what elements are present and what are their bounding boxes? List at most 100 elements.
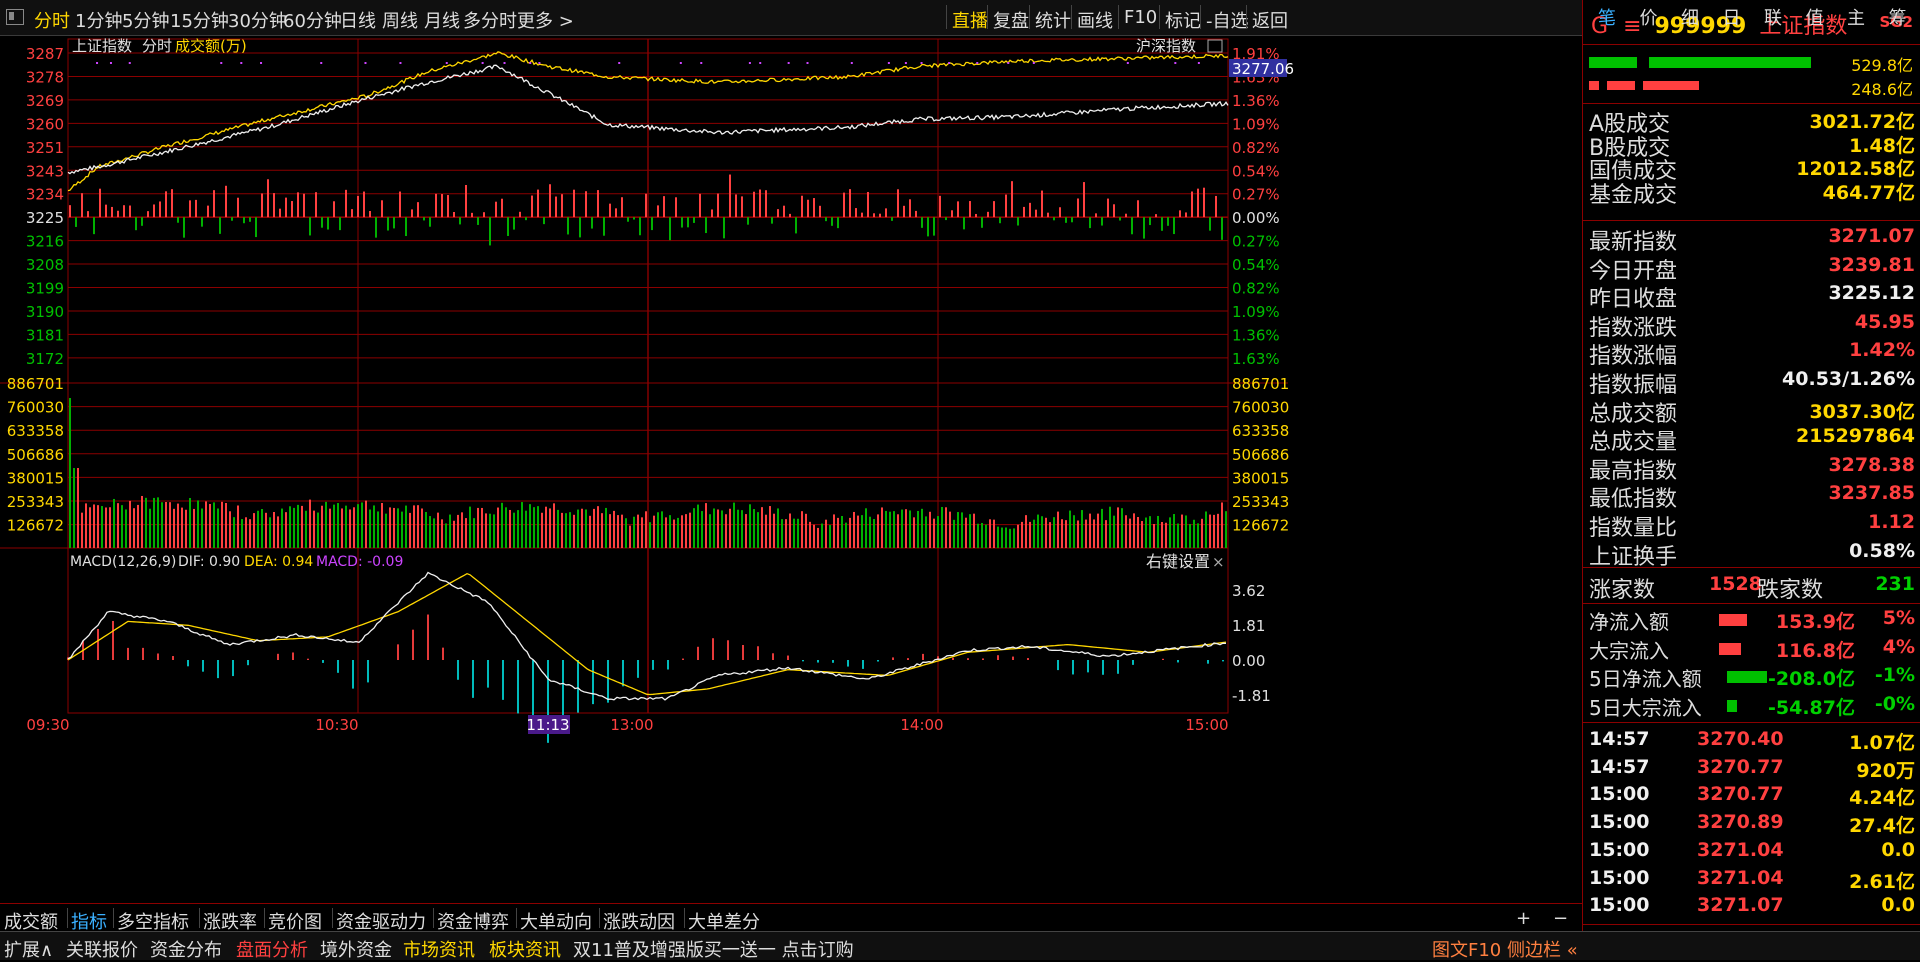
flow-bar xyxy=(1719,614,1747,626)
pct-tick-label: 0.27% xyxy=(1232,186,1280,204)
sidebar-toggle[interactable]: 图文F10 侧边栏 « xyxy=(1432,936,1578,962)
signal-dot xyxy=(806,62,809,64)
period-tab-3[interactable]: 15分钟 xyxy=(170,7,229,33)
tick-volume: 4.24亿 xyxy=(1849,787,1915,810)
toolbar-button-5[interactable]: 标记 xyxy=(1165,7,1201,33)
zoom-in-button[interactable]: + xyxy=(1516,908,1531,929)
tick-tab-5[interactable]: 值 xyxy=(1797,4,1833,36)
stat-label: 昨日收盘 xyxy=(1589,287,1678,313)
tick-tab-7[interactable]: 筹 xyxy=(1880,4,1916,36)
dea-line xyxy=(67,572,1227,696)
stat-value: 3271.07 xyxy=(1828,225,1915,247)
signal-dot xyxy=(445,62,448,64)
down-count: 231 xyxy=(1875,573,1915,595)
volume-tick-label-right: 506686 xyxy=(1232,446,1289,464)
status-item-3[interactable]: 盘面分析 xyxy=(236,936,308,962)
advance-decline-row: 涨家数 1528 跌家数 231 xyxy=(1589,572,1915,603)
signal-dot xyxy=(887,62,890,64)
toolbar-button-2[interactable]: 统计 xyxy=(1035,7,1071,33)
time-axis-label: 13:00 xyxy=(610,716,653,734)
price-tick-label: 3225 xyxy=(26,209,64,227)
time-axis-label: 11:13 xyxy=(526,716,569,734)
signal-dot xyxy=(503,62,506,64)
flow-value: 116.8亿 xyxy=(1775,639,1855,662)
tick-tab-2[interactable]: 细 xyxy=(1672,4,1708,36)
tick-price: 3270.89 xyxy=(1697,811,1784,834)
stat-row: 总成交量 215297864 xyxy=(1589,424,1915,455)
macd-settings[interactable]: 右键设置 xyxy=(1146,552,1210,571)
status-item-0[interactable]: 扩展∧ xyxy=(4,936,53,962)
buy-value: 529.8亿 xyxy=(1851,56,1913,75)
stat-row: 最新指数 3271.07 xyxy=(1589,224,1915,255)
signal-dot xyxy=(1032,62,1035,64)
menu-icon[interactable] xyxy=(6,9,24,25)
toolbar-button-1[interactable]: 复盘 xyxy=(993,7,1029,33)
time-axis-label: 15:00 xyxy=(1185,716,1228,734)
price-tick-label: 3234 xyxy=(26,186,64,204)
stat-value: 3278.38 xyxy=(1828,453,1915,476)
signal-dot xyxy=(260,62,263,64)
status-item-7[interactable]: 双11普及增强版买一送一 点击订购 xyxy=(573,936,854,962)
intraday-chart[interactable]: 3287 1.91%3278 1.63%3269 1.36%3260 1.09%3251… xyxy=(0,35,1582,903)
period-tab-8[interactable]: 月线 xyxy=(424,7,460,33)
status-item-5[interactable]: 市场资讯 xyxy=(403,936,475,962)
volume-tick-label-right: 380015 xyxy=(1232,469,1289,487)
period-tab-2[interactable]: 5分钟 xyxy=(122,7,169,33)
period-tab-9[interactable]: 多分时 xyxy=(463,7,517,33)
stat-value: 3225.12 xyxy=(1828,282,1915,305)
toolbar-button-0[interactable]: 直播 xyxy=(952,7,988,33)
dif-line xyxy=(67,571,1227,701)
pct-tick-label: 0.00% xyxy=(1232,209,1280,227)
period-tab-7[interactable]: 周线 xyxy=(382,7,418,33)
volume-tick-label-right: 886701 xyxy=(1232,375,1289,393)
status-bar: 扩展∧ 关联报价 资金分布 盘面分析 境外资金 市场资讯 板块资讯 双11普及增强版买一送一 … xyxy=(0,931,1920,962)
signal-dot xyxy=(1197,62,1200,64)
tick-tab-6[interactable]: 主 xyxy=(1838,4,1874,36)
stat-label: 最新指数 xyxy=(1589,230,1678,255)
stat-value: 3037.30亿 xyxy=(1809,400,1915,423)
tick-price: 3271.04 xyxy=(1697,866,1784,889)
tick-tab-4[interactable]: 联 xyxy=(1755,4,1791,36)
stat-row: 上证换手 0.58% xyxy=(1589,539,1915,570)
toolbar-button-7[interactable]: 返回 xyxy=(1252,7,1288,33)
signal-dot xyxy=(1126,62,1129,64)
tick-volume: 1.07亿 xyxy=(1849,732,1915,754)
volume-tick-label: 633358 xyxy=(7,422,64,440)
turnover-label: 基金成交 xyxy=(1589,182,1678,208)
status-item-6[interactable]: 板块资讯 xyxy=(489,936,561,962)
tick-tab-1[interactable]: 价 xyxy=(1631,4,1667,36)
volume-tick-label: 506686 xyxy=(7,446,64,464)
tick-tab-3[interactable]: 日 xyxy=(1714,4,1750,36)
toolbar-button-3[interactable]: 画线 xyxy=(1077,7,1113,33)
signal-dot xyxy=(850,62,853,64)
tick-time: 15:00 xyxy=(1589,783,1650,806)
tick-tab-0[interactable]: 笔 xyxy=(1589,4,1625,36)
status-item-4[interactable]: 境外资金 xyxy=(320,936,392,962)
pct-tick-label: 1.63% xyxy=(1232,350,1280,368)
period-tab-1[interactable]: 1分钟 xyxy=(75,7,122,33)
pct-tick-label: 0.82% xyxy=(1232,280,1280,298)
period-tab-6[interactable]: 日线 xyxy=(340,7,376,33)
tick-row: 15:00 3270.77 4.24亿 xyxy=(1589,782,1915,810)
price-tick-label: 3251 xyxy=(26,139,64,157)
tick-price: 3270.40 xyxy=(1697,728,1784,750)
stat-value: 0.58% xyxy=(1849,539,1915,562)
status-item-2[interactable]: 资金分布 xyxy=(150,936,222,962)
toolbar-button-4[interactable]: F10 xyxy=(1124,7,1157,28)
stat-row: 今日开盘 3239.81 xyxy=(1589,253,1915,284)
pct-tick-label: 1.09% xyxy=(1232,115,1280,133)
period-tab-5[interactable]: 60分钟 xyxy=(283,7,342,33)
period-tab-0[interactable]: 分时 xyxy=(34,7,70,33)
stat-label: 指数涨幅 xyxy=(1589,344,1678,370)
macd-dea: DEA: 0.94 xyxy=(244,554,313,570)
period-tab-4[interactable]: 30分钟 xyxy=(228,7,287,33)
time-axis-label: 14:00 xyxy=(900,716,943,734)
zoom-out-button[interactable]: − xyxy=(1553,908,1568,929)
signal-dot xyxy=(976,62,979,64)
toggle-icon[interactable] xyxy=(1207,39,1223,53)
period-tab-10[interactable]: 更多 > xyxy=(517,7,574,33)
toolbar-button-6[interactable]: -自选 xyxy=(1206,7,1249,33)
close-icon[interactable]: × xyxy=(1212,553,1225,571)
status-item-1[interactable]: 关联报价 xyxy=(66,936,138,962)
compare-index-label[interactable]: 沪深指数 xyxy=(1136,37,1196,55)
